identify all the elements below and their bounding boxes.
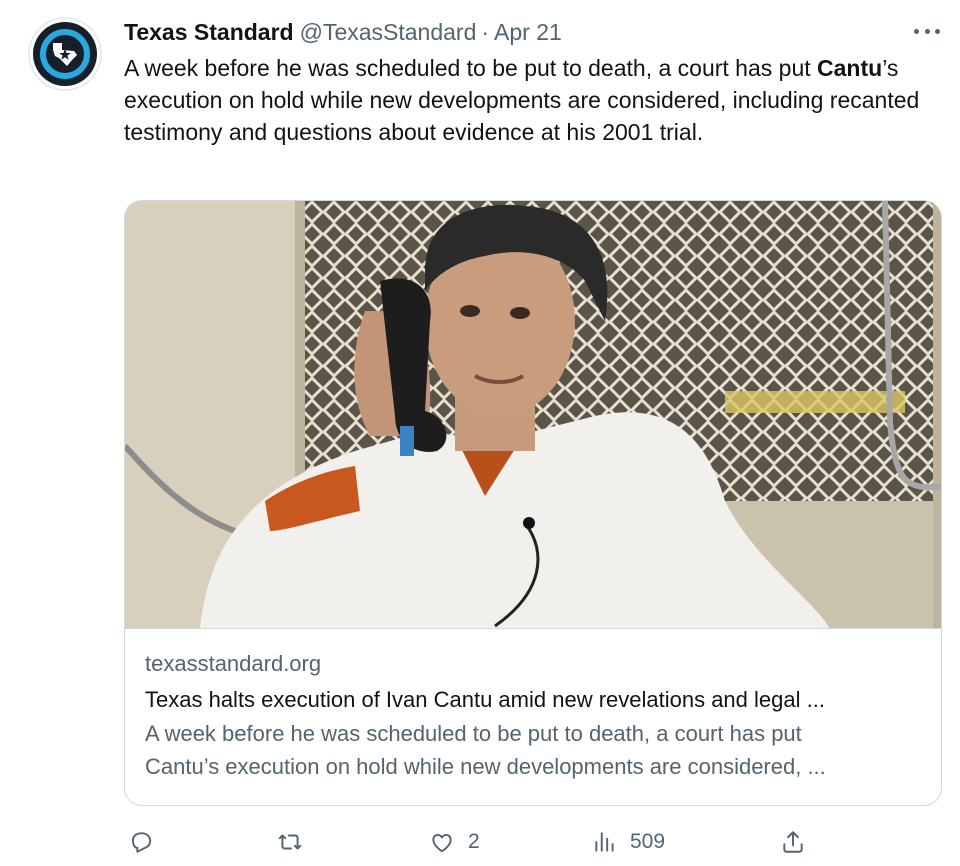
action-bar: 2 509 [124, 822, 824, 862]
texas-star-logo-icon [40, 29, 90, 79]
account-name[interactable]: Texas Standard [124, 19, 294, 46]
views-count: 509 [630, 830, 666, 853]
reply-button[interactable] [128, 822, 166, 862]
retweet-button[interactable] [276, 822, 316, 862]
avatar-logo [33, 22, 97, 86]
card-description-line2: Cantu’s execution on hold while new deve… [145, 754, 826, 779]
like-button[interactable]: 2 [428, 822, 480, 862]
tweet-date[interactable]: Apr 21 [494, 19, 562, 46]
share-button[interactable] [780, 822, 806, 862]
reply-icon [128, 829, 154, 855]
more-options-icon[interactable] [914, 24, 940, 38]
tweet-text-part1: A week before he was scheduled to be put… [124, 55, 818, 81]
card-image [125, 201, 941, 629]
like-count: 2 [468, 830, 480, 853]
tweet-header: Texas Standard @TexasStandard · Apr 21 [124, 16, 940, 48]
account-handle[interactable]: @TexasStandard [300, 19, 477, 46]
retweet-icon [276, 829, 304, 855]
views-chart-icon [592, 829, 618, 855]
avatar[interactable] [28, 17, 102, 91]
link-card[interactable]: texasstandard.org Texas halts execution … [124, 200, 942, 806]
card-title[interactable]: Texas halts execution of Ivan Cantu amid… [145, 683, 921, 717]
tweet-text-bold: Cantu [817, 55, 883, 81]
card-domain: texasstandard.org [145, 651, 322, 676]
card-meta: texasstandard.org Texas halts execution … [145, 649, 921, 783]
separator-dot: · [481, 18, 490, 45]
heart-icon [428, 829, 456, 855]
tweet-text: A week before he was scheduled to be put… [124, 52, 934, 148]
share-icon [780, 829, 806, 855]
views-button[interactable]: 509 [592, 822, 665, 862]
card-description-line1: A week before he was scheduled to be put… [145, 721, 802, 746]
